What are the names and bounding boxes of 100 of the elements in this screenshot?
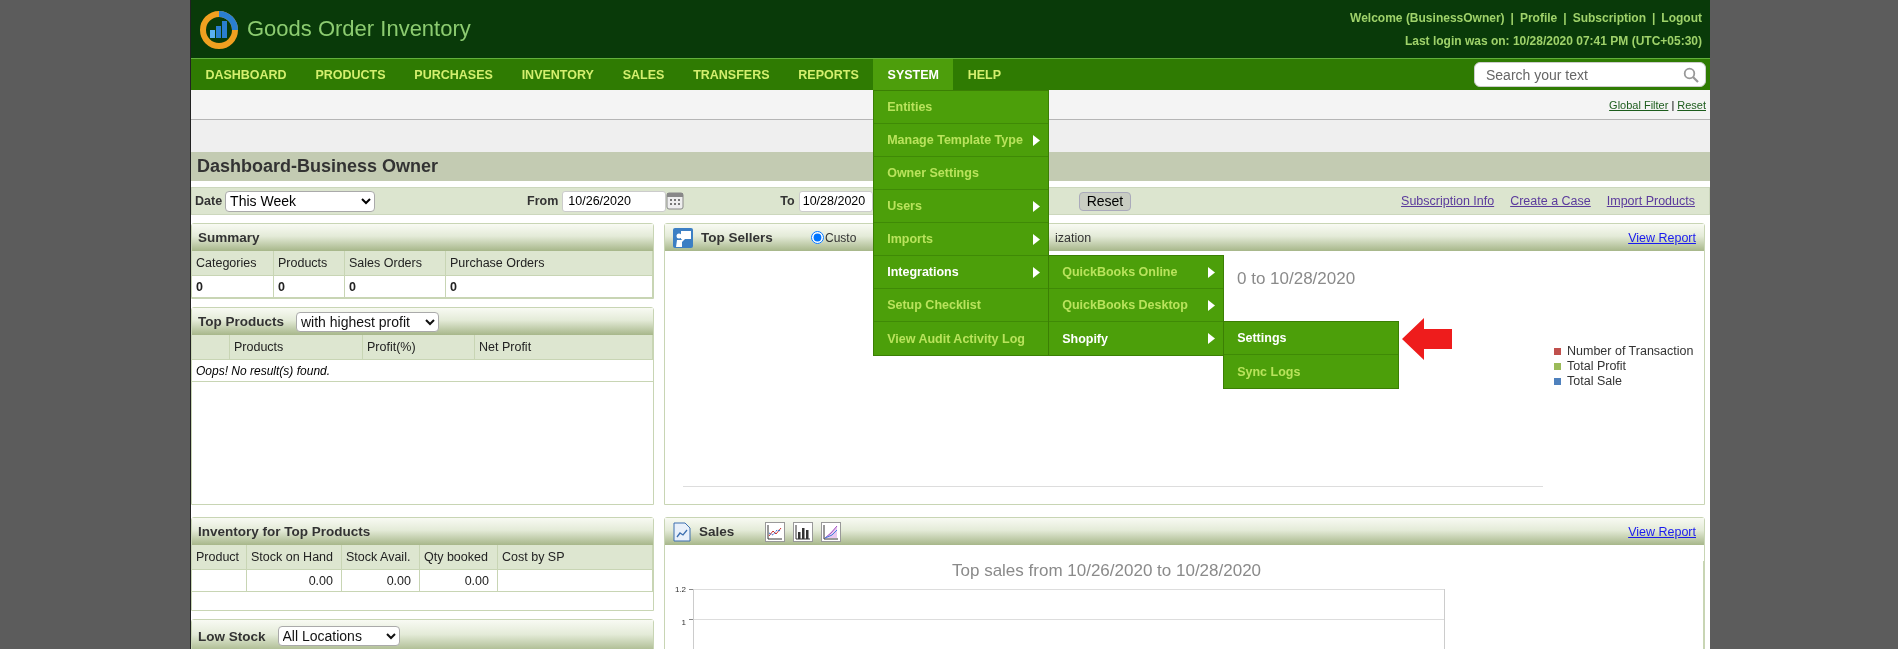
nav-item[interactable]: TRANSFERS bbox=[678, 59, 784, 90]
panel-title: Top Products bbox=[198, 314, 284, 329]
link-separator: | bbox=[1671, 98, 1675, 111]
link-separator: | bbox=[1510, 10, 1514, 25]
logo-icon bbox=[199, 9, 239, 49]
column-header: Profit(%) bbox=[363, 335, 475, 360]
caret-icon bbox=[1208, 333, 1216, 344]
nav-item[interactable]: PURCHASES bbox=[399, 59, 508, 90]
nav-item[interactable]: DASHBOARD bbox=[191, 59, 302, 90]
location-select[interactable]: All Locations bbox=[277, 626, 400, 646]
column-header: Products bbox=[274, 251, 345, 276]
date-label: Date bbox=[195, 194, 223, 208]
page-link[interactable]: Subscription Info bbox=[1401, 194, 1495, 208]
caret-icon bbox=[1033, 134, 1041, 146]
pointer-arrow-icon bbox=[1402, 318, 1453, 360]
caret-icon bbox=[1033, 233, 1041, 245]
table-cell: 0 bbox=[274, 276, 345, 298]
panel-title: Low Stock bbox=[198, 628, 266, 644]
column-header: Sales Orders bbox=[345, 251, 446, 276]
panel-title: Sales bbox=[699, 524, 736, 539]
table-cell: 0.00 bbox=[247, 570, 342, 592]
caret-icon bbox=[1033, 266, 1041, 278]
radio-label: Custo bbox=[825, 230, 857, 245]
column-header: Qty booked bbox=[420, 545, 498, 570]
search-icon[interactable] bbox=[1683, 66, 1699, 83]
view-report-link[interactable]: View Report bbox=[1628, 524, 1696, 539]
global-filter-link[interactable]: Global Filter bbox=[1609, 98, 1669, 111]
reset-button[interactable]: Reset bbox=[1078, 191, 1132, 211]
column-header: Cost by SP bbox=[498, 545, 653, 570]
link-separator: | bbox=[1652, 10, 1656, 25]
to-label: To bbox=[780, 194, 795, 208]
nav-item[interactable]: SYSTEM bbox=[873, 59, 954, 90]
search-field[interactable]: Search your text bbox=[1474, 62, 1706, 87]
axis-tick-label: 1 bbox=[681, 618, 686, 627]
page-link[interactable]: Create a Case bbox=[1510, 194, 1591, 208]
from-label: From bbox=[527, 194, 559, 208]
menu-item[interactable]: Owner Settings bbox=[874, 157, 1049, 190]
line-chart-icon[interactable] bbox=[765, 521, 785, 542]
chart-document-icon bbox=[673, 521, 691, 542]
menu-item[interactable]: Imports bbox=[874, 223, 1049, 256]
menu-item[interactable]: Setup Checklist bbox=[874, 289, 1049, 322]
caret-icon bbox=[1033, 200, 1041, 212]
app-title: Goods Order Inventory bbox=[247, 16, 471, 42]
caret-icon bbox=[1208, 299, 1216, 311]
bar-chart-icon[interactable] bbox=[793, 521, 813, 542]
panel-title: Summary bbox=[198, 230, 260, 245]
table-cell: 0 bbox=[192, 276, 274, 298]
menu-item[interactable]: Sync Logs bbox=[1224, 355, 1399, 388]
column-header: Purchase Orders bbox=[446, 251, 653, 276]
panel-title: Inventory for Top Products bbox=[198, 524, 371, 539]
legend-label: Total Sale bbox=[1567, 374, 1622, 388]
chart-title: Top sales from 10/26/2020 to 10/28/2020 bbox=[952, 561, 1263, 581]
legend-label: Number of Transaction bbox=[1567, 344, 1694, 358]
caret-icon bbox=[1208, 266, 1216, 278]
presenter-icon bbox=[673, 227, 693, 248]
header-link[interactable]: Logout bbox=[1661, 10, 1702, 25]
welcome-link[interactable]: Welcome (BusinessOwner) bbox=[1350, 10, 1505, 25]
table-cell: 0.00 bbox=[342, 570, 420, 592]
menu-item[interactable]: Manage Template Type bbox=[874, 124, 1049, 157]
header-link[interactable]: Profile bbox=[1519, 10, 1558, 25]
last-login-text: Last login was on: 10/28/2020 07:41 PM (UTC+05:30) bbox=[1404, 33, 1702, 48]
menu-item[interactable]: Entities bbox=[874, 91, 1049, 124]
column-header: Stock on Hand bbox=[247, 545, 342, 570]
from-date-field[interactable]: 10/26/2020 bbox=[562, 190, 667, 212]
empty-message: Oops! No result(s) found. bbox=[192, 360, 653, 382]
nav-item[interactable]: INVENTORY bbox=[507, 59, 609, 90]
table-cell: 0 bbox=[446, 276, 653, 298]
area-chart-icon[interactable] bbox=[821, 521, 841, 542]
link-separator: | bbox=[1563, 10, 1567, 25]
menu-item[interactable]: Shopify bbox=[1049, 322, 1224, 355]
calendar-icon[interactable] bbox=[666, 192, 685, 210]
column-header: Categories bbox=[192, 251, 274, 276]
page-link[interactable]: Import Products bbox=[1606, 194, 1695, 208]
column-header: Net Profit bbox=[475, 335, 653, 360]
to-date-field[interactable]: 10/28/2020 bbox=[798, 190, 873, 212]
menu-item[interactable]: Settings bbox=[1224, 322, 1399, 355]
view-report-link[interactable]: View Report bbox=[1628, 230, 1696, 245]
nav-item[interactable]: HELP bbox=[953, 59, 1016, 90]
column-header: Products bbox=[230, 335, 363, 360]
header-link[interactable]: Subscription bbox=[1572, 10, 1646, 25]
menu-item[interactable]: QuickBooks Online bbox=[1049, 256, 1224, 289]
panel-title: Top Sellers bbox=[701, 230, 774, 245]
legend-label: Total Profit bbox=[1567, 359, 1627, 373]
menu-item[interactable]: View Audit Activity Log bbox=[874, 322, 1049, 355]
axis-tick-label: 1.2 bbox=[674, 585, 686, 594]
column-header: Product bbox=[192, 545, 247, 570]
menu-item[interactable]: Users bbox=[874, 190, 1049, 223]
table-cell: 0 bbox=[345, 276, 446, 298]
menu-item[interactable]: QuickBooks Desktop bbox=[1049, 289, 1224, 322]
table-cell: 0.00 bbox=[420, 570, 498, 592]
chart-title: 0 to 10/28/2020 bbox=[1237, 269, 1357, 289]
nav-item[interactable]: REPORTS bbox=[783, 59, 874, 90]
nav-item[interactable]: SALES bbox=[608, 59, 679, 90]
nav-item[interactable]: PRODUCTS bbox=[301, 59, 400, 90]
profit-filter-select[interactable]: with highest profit bbox=[296, 311, 439, 332]
radio-button[interactable] bbox=[811, 231, 824, 244]
reset-link[interactable]: Reset bbox=[1677, 98, 1706, 111]
column-header: Stock Avail. bbox=[342, 545, 420, 570]
date-select[interactable]: This Week bbox=[225, 190, 376, 212]
option-label: ization bbox=[1055, 230, 1092, 245]
